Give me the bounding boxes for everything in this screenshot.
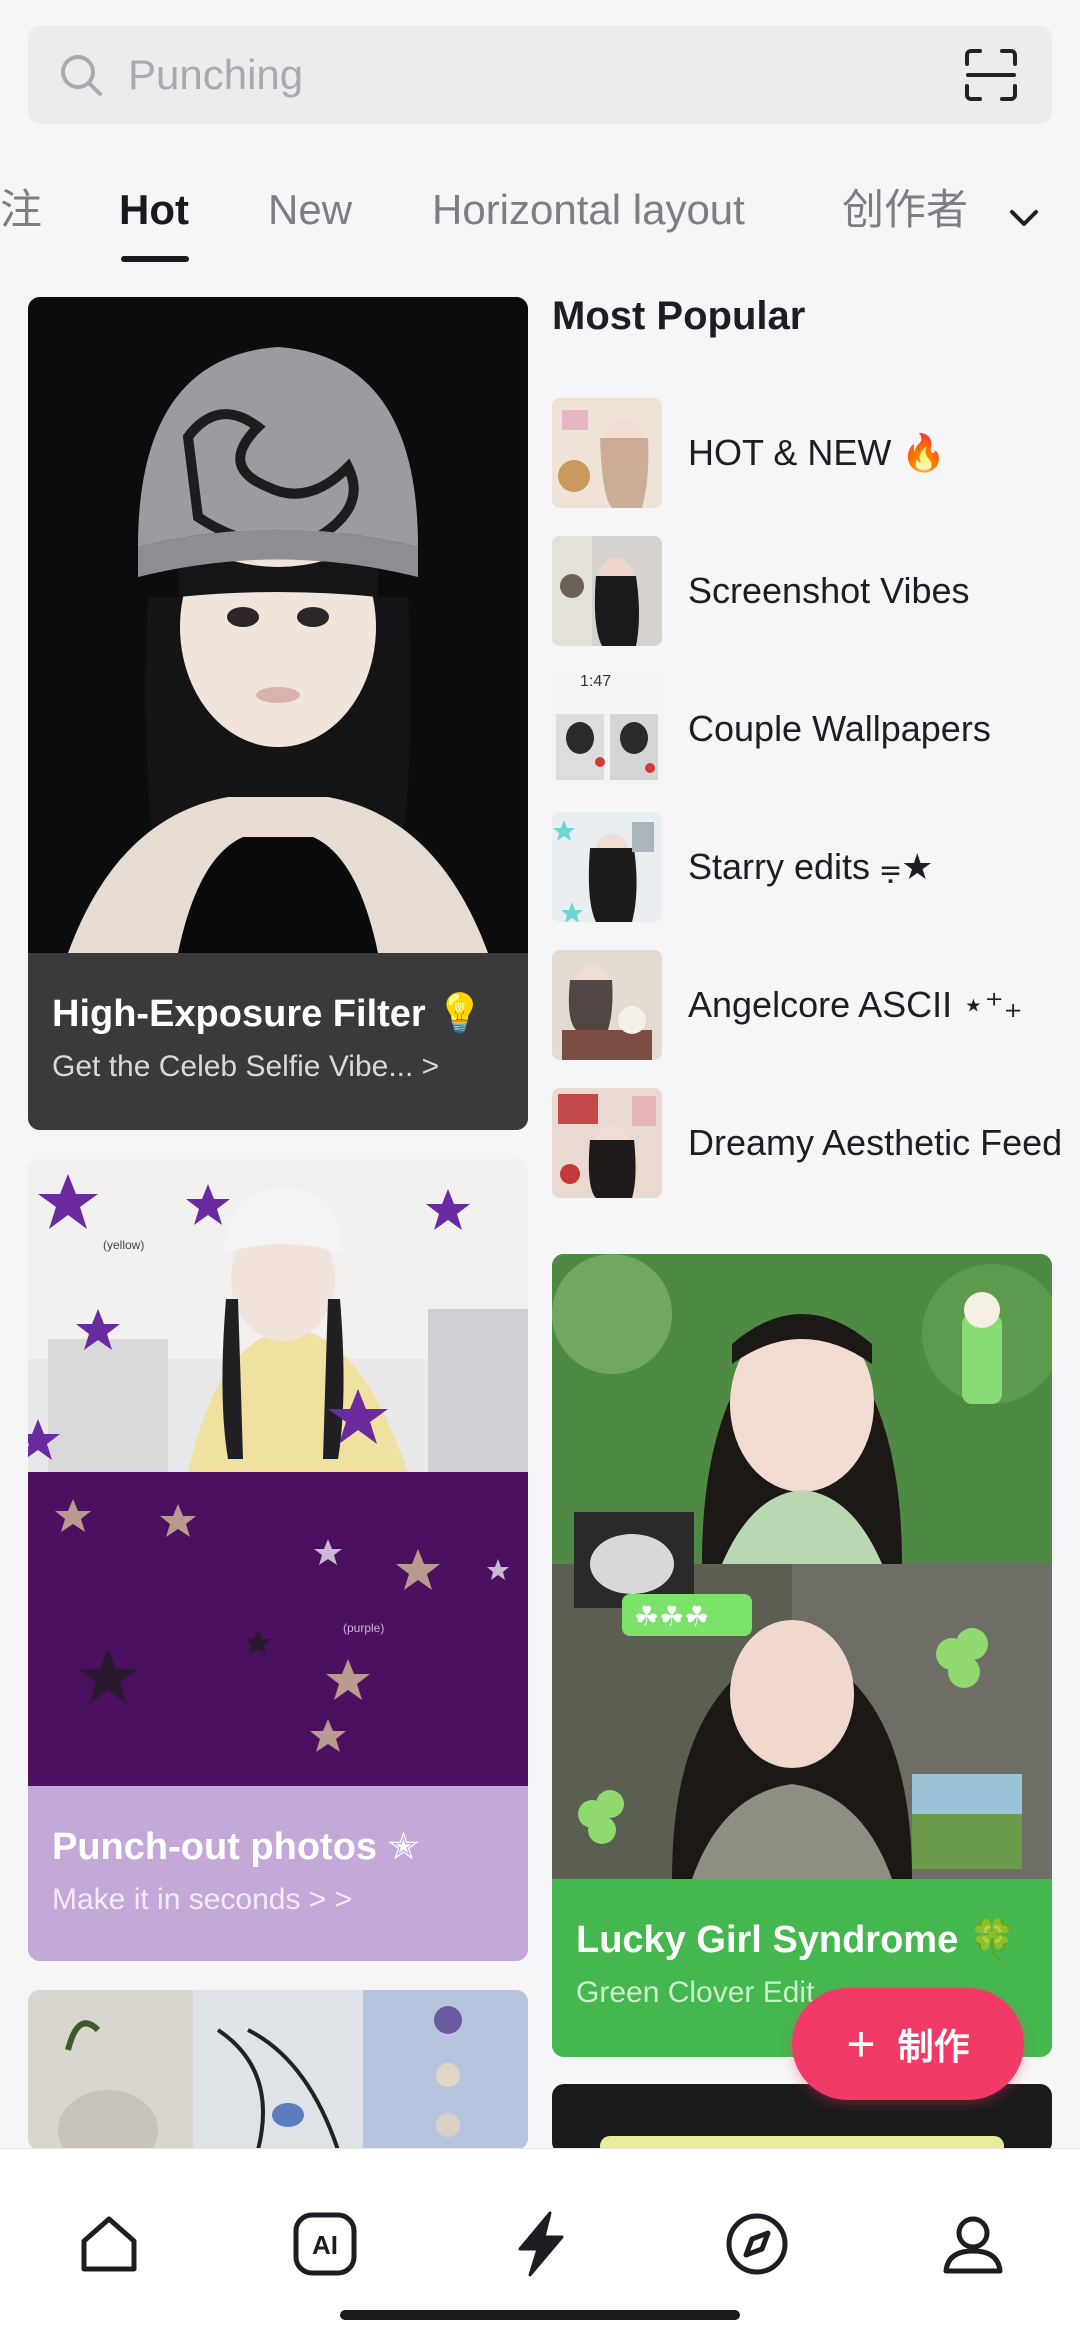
tab-creators[interactable]: 创作者 [842,182,968,238]
annotation-yellow: (yellow) [103,1238,144,1252]
active-tab-indicator [121,256,189,262]
card-title: Punch-out photos ✭ [52,1826,420,1868]
card-title: Lucky Girl Syndrome 🍀 [576,1919,1017,1961]
thumbnail [552,1088,662,1198]
tab-new[interactable]: New [268,182,352,238]
most-popular-label: Angelcore ASCII ⋆⁺₊ [688,984,1023,1025]
plus-icon: + [846,2016,876,2072]
most-popular-label: Screenshot Vibes [688,570,970,611]
most-popular-label: HOT & NEW 🔥 [688,432,947,473]
create-button-label: 制作 [897,2026,970,2067]
card-punch-out-photos[interactable]: (yellow) (purple) Punch-out photos ✭ Mak… [28,1159,528,1961]
card-photo: (yellow) (purple) [28,1159,528,1786]
most-popular-label: Couple Wallpapers [688,708,991,749]
clover-badge: ☘☘☘ [634,1600,709,1633]
card-subtitle: Make it in seconds > > [52,1883,353,1916]
compass-icon[interactable] [722,2209,792,2279]
most-popular-item[interactable]: Starry edits ⩦★ [552,812,1052,924]
thumbnail [552,812,662,922]
card-photo [28,297,528,953]
card-high-exposure-filter[interactable]: High-Exposure Filter 💡 Get the Celeb Sel… [28,297,528,1130]
chevron-down-icon[interactable] [1004,198,1044,238]
search-input[interactable]: Punching [128,48,303,102]
most-popular-item[interactable]: Screenshot Vibes [552,536,1052,648]
tab-horizontal-layout[interactable]: Horizontal layout [432,182,745,238]
thumbnail [552,536,662,646]
card-photo [28,1990,528,2150]
most-popular-label: Starry edits ⩦★ [688,846,934,887]
annotation-purple: (purple) [343,1621,384,1635]
card-subtitle: Get the Celeb Selfie Vibe... > [52,1050,440,1083]
category-tabs: 注 Hot New Horizontal layout 创作者 [0,160,1080,270]
home-indicator [340,2310,740,2320]
lightning-icon[interactable] [506,2209,576,2279]
card-title: High-Exposure Filter 💡 [52,993,484,1035]
most-popular-item[interactable]: HOT & NEW 🔥 [552,398,1052,510]
profile-icon[interactable] [938,2209,1008,2279]
card-still-life[interactable] [28,1990,528,2150]
ai-icon[interactable]: AI [290,2209,360,2279]
most-popular-item[interactable]: 1:47 Couple Wallpapers [552,674,1052,786]
scan-icon[interactable] [964,48,1018,102]
search-bar[interactable]: Punching [28,26,1052,124]
thumbnail [552,950,662,1060]
tab-follow[interactable]: 注 [0,182,42,238]
card-caption: Punch-out photos ✭ Make it in seconds > … [28,1786,528,1961]
search-icon [61,55,102,96]
card-photo: ☘☘☘ [552,1254,1052,1879]
create-button[interactable]: + 制作 [792,1988,1024,2100]
ai-icon-label: AI [312,2230,338,2260]
svg-text:1:47: 1:47 [580,674,611,690]
card-lucky-girl-syndrome[interactable]: ☘☘☘ Lucky Girl Syndrome 🍀 Green Clover E… [552,1254,1052,2057]
tab-hot[interactable]: Hot [119,182,189,238]
most-popular-label: Dreamy Aesthetic Feed [688,1122,1063,1163]
thumbnail [552,398,662,508]
card-caption: High-Exposure Filter 💡 Get the Celeb Sel… [28,953,528,1130]
home-icon[interactable] [74,2209,144,2279]
most-popular-item[interactable]: Angelcore ASCII ⋆⁺₊ [552,950,1052,1062]
most-popular-heading: Most Popular [552,294,806,338]
most-popular-item[interactable]: Dreamy Aesthetic Feed [552,1088,1062,1200]
thumbnail: 1:47 [552,674,662,784]
